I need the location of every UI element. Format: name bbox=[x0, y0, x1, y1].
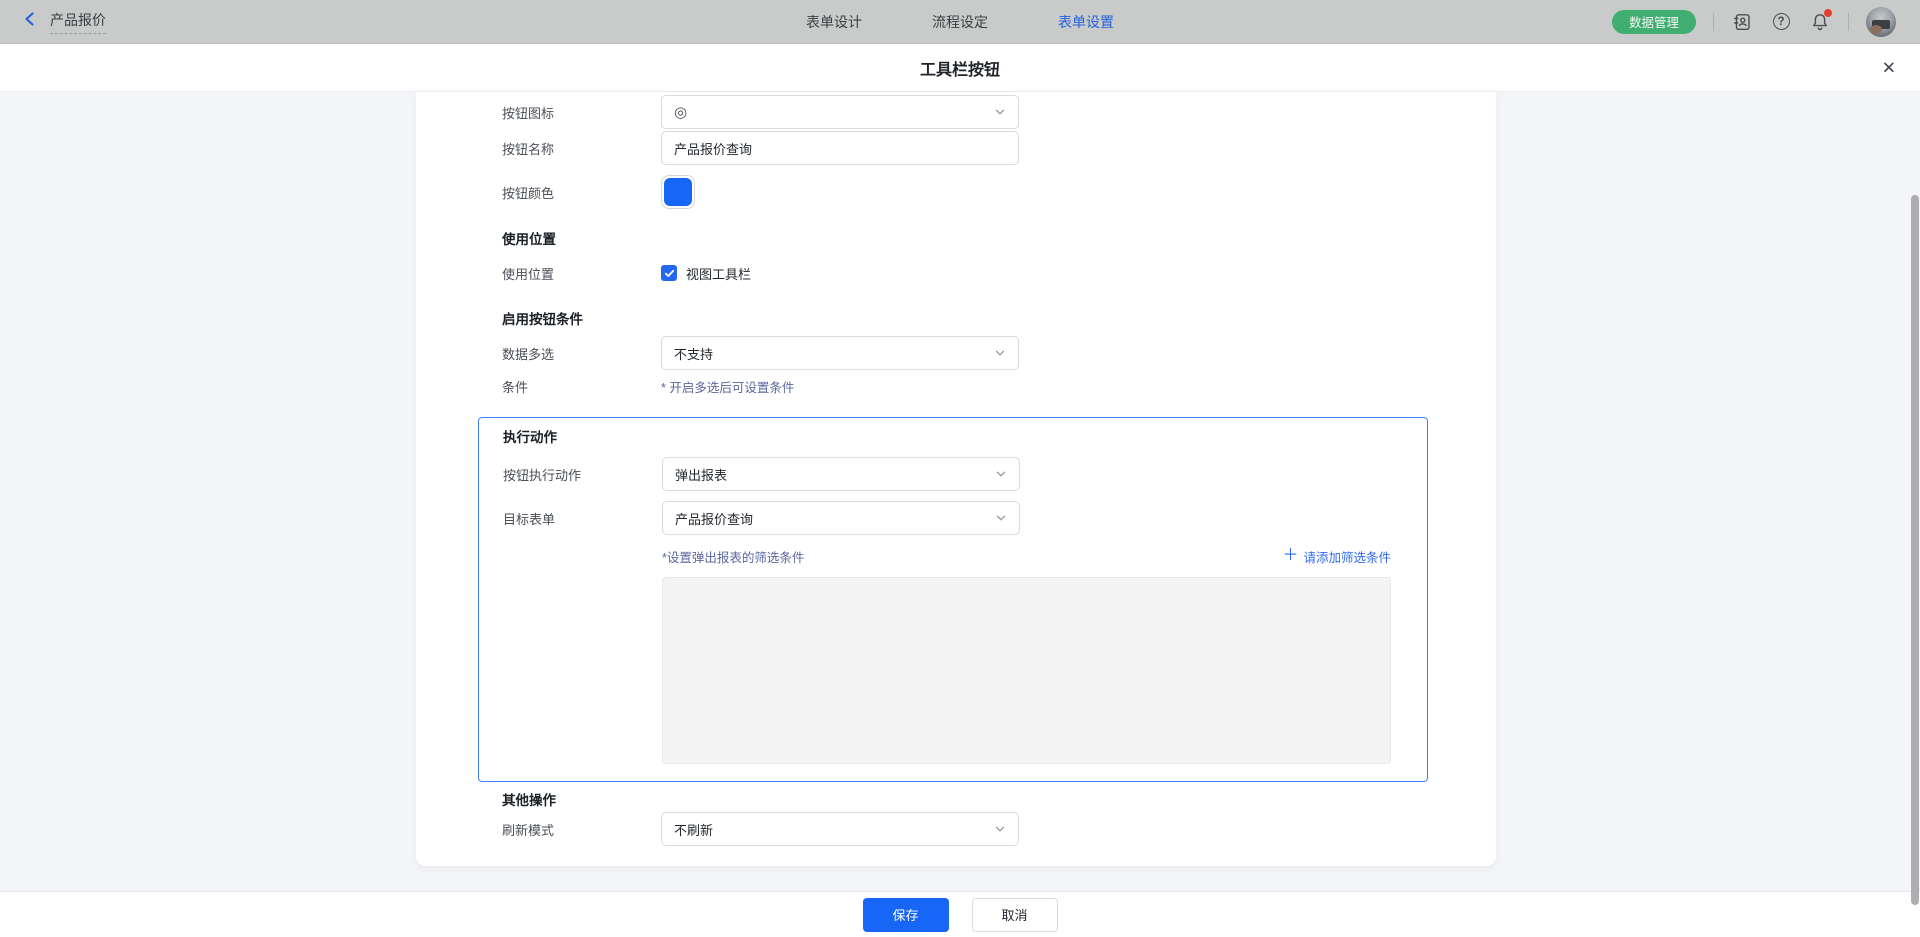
avatar-photo-detail bbox=[1870, 25, 1882, 34]
button-color-swatch[interactable] bbox=[661, 175, 695, 209]
contacts-book-icon[interactable] bbox=[1731, 11, 1753, 33]
tab-form-settings[interactable]: 表单设置 bbox=[1058, 12, 1114, 32]
section-action-header: 执行动作 bbox=[503, 426, 557, 446]
tab-flow-setting[interactable]: 流程设定 bbox=[932, 12, 988, 32]
checkmark-icon bbox=[664, 268, 675, 279]
condition-label: 条件 bbox=[502, 377, 661, 396]
notification-dot bbox=[1824, 9, 1832, 17]
button-icon-label: 按钮图标 bbox=[502, 103, 661, 122]
help-icon[interactable]: ? bbox=[1770, 11, 1792, 33]
modal-header: 工具栏按钮 ✕ bbox=[0, 44, 1920, 92]
usage-checkbox[interactable] bbox=[661, 265, 677, 281]
avatar[interactable] bbox=[1866, 7, 1896, 37]
refresh-mode-dropdown[interactable]: 不刷新 bbox=[661, 812, 1019, 846]
chevron-down-icon bbox=[994, 347, 1006, 359]
app-title: 产品报价 bbox=[50, 10, 106, 34]
condition-hint: * 开启多选后可设置条件 bbox=[661, 377, 794, 396]
back-chevron-icon bbox=[22, 11, 38, 32]
filter-conditions-panel bbox=[662, 577, 1391, 764]
chevron-down-icon bbox=[994, 823, 1006, 835]
section-other-header: 其他操作 bbox=[502, 789, 556, 809]
top-navbar: 产品报价 表单设计 流程设定 表单设置 数据管理 ? bbox=[0, 0, 1920, 44]
save-button[interactable]: 保存 bbox=[863, 898, 949, 932]
section-usage-header: 使用位置 bbox=[502, 228, 556, 248]
usage-label: 使用位置 bbox=[502, 264, 661, 283]
chevron-down-icon bbox=[994, 106, 1006, 118]
chevron-down-icon bbox=[995, 512, 1007, 524]
divider bbox=[1848, 13, 1849, 31]
cancel-button[interactable]: 取消 bbox=[972, 898, 1058, 932]
refresh-mode-label: 刷新模式 bbox=[502, 820, 661, 839]
button-name-label: 按钮名称 bbox=[502, 139, 661, 158]
tab-form-design[interactable]: 表单设计 bbox=[806, 12, 862, 32]
modal-footer: 保存 取消 bbox=[0, 891, 1920, 937]
exec-action-label: 按钮执行动作 bbox=[503, 465, 662, 484]
button-color-label: 按钮颜色 bbox=[502, 183, 661, 202]
exec-action-dropdown[interactable]: 弹出报表 bbox=[662, 457, 1020, 491]
close-icon[interactable]: ✕ bbox=[1882, 59, 1896, 76]
multi-select-dropdown[interactable]: 不支持 bbox=[661, 336, 1019, 370]
modal-title: 工具栏按钮 bbox=[920, 56, 1000, 80]
plus-icon: ＋ bbox=[1282, 548, 1298, 564]
center-tabs: 表单设计 流程设定 表单设置 bbox=[806, 0, 1114, 44]
target-form-label: 目标表单 bbox=[503, 509, 662, 528]
button-icon-select[interactable]: ◎ bbox=[661, 95, 1019, 129]
multi-select-label: 数据多选 bbox=[502, 344, 661, 363]
modal-body: 按钮图标 ◎ 按钮名称 按钮颜色 使用位置 使用位置 bbox=[0, 92, 1920, 891]
divider bbox=[1713, 13, 1714, 31]
data-manage-button[interactable]: 数据管理 bbox=[1612, 10, 1696, 34]
target-form-dropdown[interactable]: 产品报价查询 bbox=[662, 501, 1020, 535]
back-button[interactable] bbox=[22, 11, 38, 32]
chevron-down-icon bbox=[995, 468, 1007, 480]
action-highlight-box: 执行动作 按钮执行动作 弹出报表 目标表单 产品报价查询 bbox=[478, 417, 1428, 782]
usage-checkbox-label[interactable]: 视图工具栏 bbox=[686, 264, 751, 283]
circle-bullseye-icon: ◎ bbox=[674, 103, 994, 121]
scrollbar-thumb[interactable] bbox=[1911, 195, 1919, 905]
settings-card: 按钮图标 ◎ 按钮名称 按钮颜色 使用位置 使用位置 bbox=[416, 92, 1496, 866]
color-swatch-fill bbox=[664, 178, 692, 206]
filter-hint: *设置弹出报表的筛选条件 bbox=[662, 547, 804, 566]
notifications-bell-icon[interactable] bbox=[1809, 11, 1831, 33]
button-name-input[interactable] bbox=[661, 131, 1019, 165]
add-filter-link[interactable]: ＋ 请添加筛选条件 bbox=[1282, 547, 1391, 566]
section-enable-header: 启用按钮条件 bbox=[502, 308, 583, 328]
